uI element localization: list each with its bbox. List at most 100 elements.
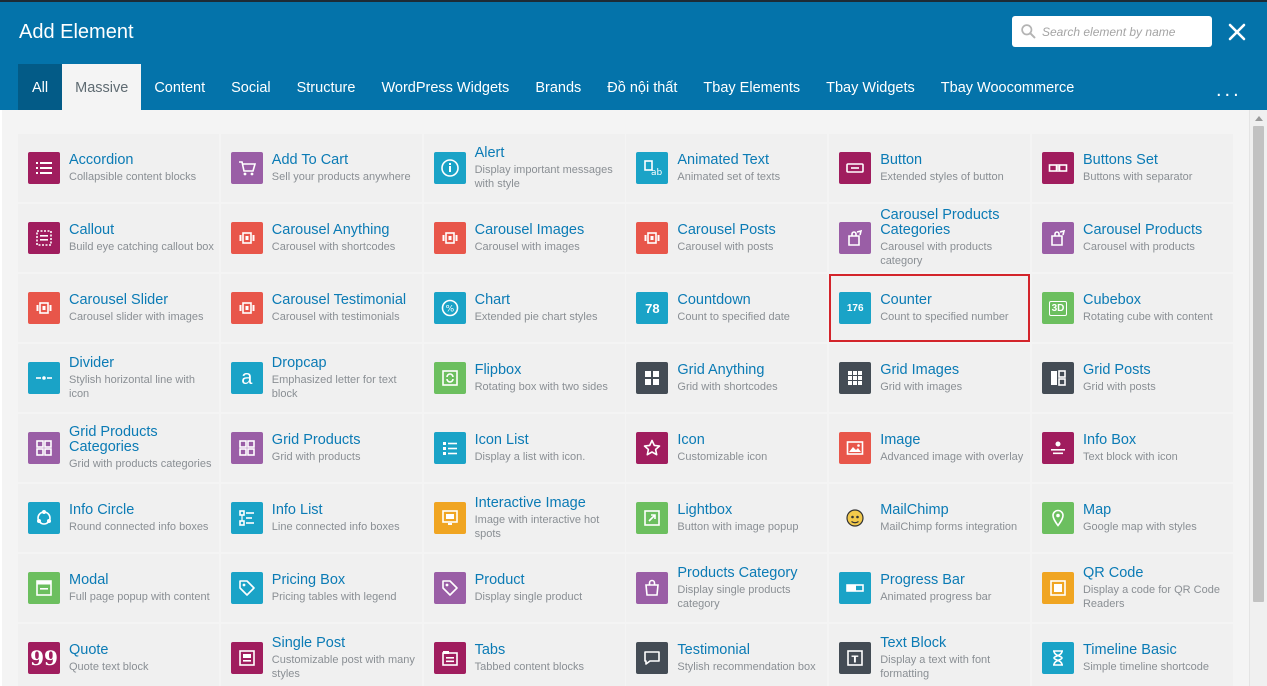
- element-name: Dropcap: [271, 354, 327, 371]
- element-description: Count to specified date: [677, 310, 790, 323]
- element-name: Single Post: [271, 634, 346, 651]
- counter-icon: 176: [839, 292, 872, 324]
- element-modal[interactable]: Modal Full page popup with content: [18, 554, 219, 622]
- element-description: Grid with images: [880, 380, 963, 393]
- element-text: Text Block Display a text with font forma…: [880, 624, 1026, 686]
- element-button[interactable]: Button Extended styles of button: [829, 134, 1031, 202]
- carousel-icon: [230, 222, 263, 254]
- tab-brands[interactable]: Brands: [522, 64, 594, 112]
- element-testimonial[interactable]: Testimonial Stylish recommendation box: [626, 624, 828, 686]
- quote-icon: 99: [28, 642, 60, 674]
- element-progress-bar[interactable]: Progress Bar Animated progress bar: [829, 554, 1031, 622]
- search-input[interactable]: [1042, 16, 1207, 47]
- element-name: Grid Products: [271, 431, 361, 448]
- element-image[interactable]: Image Advanced image with overlay: [829, 414, 1031, 482]
- more-tabs-button[interactable]: ...: [1216, 80, 1242, 100]
- element-text: MailChimp MailChimp forms integration: [880, 484, 1026, 552]
- search-box[interactable]: [1012, 16, 1212, 47]
- element-name: Info List: [271, 501, 323, 518]
- element-description: Carousel with products category: [880, 241, 993, 267]
- element-timeline-basic[interactable]: Timeline Basic Simple timeline shortcode: [1031, 624, 1233, 686]
- tab-massive[interactable]: Massive: [62, 64, 142, 112]
- element-pricing-box[interactable]: Pricing Box Pricing tables with legend: [220, 554, 422, 622]
- element-grid-posts[interactable]: Grid Posts Grid with posts: [1031, 344, 1233, 412]
- element-carousel-anything[interactable]: Carousel Anything Carousel with shortcode…: [220, 204, 422, 272]
- element-alert[interactable]: Alert Display important messages with sty…: [423, 134, 625, 202]
- element-chart[interactable]: % Chart Extended pie chart styles: [423, 274, 625, 342]
- tab-tbay-elements[interactable]: Tbay Elements: [690, 64, 813, 112]
- element-text-block[interactable]: T Text Block Display a text with font form…: [829, 624, 1031, 686]
- element-carousel-products[interactable]: Carousel Products Carousel with products: [1031, 204, 1233, 272]
- element-cubebox[interactable]: 3D Cubebox Rotating cube with content: [1031, 274, 1233, 342]
- element-text: Timeline Basic Simple timeline shortcode: [1083, 624, 1229, 686]
- tab-tbay-woocommerce[interactable]: Tbay Woocommerce: [928, 64, 1088, 112]
- element-countdown[interactable]: 78 Countdown Count to specified date: [626, 274, 828, 342]
- list-icon: [28, 152, 60, 184]
- element-info-list[interactable]: Info List Line connected info boxes: [220, 484, 422, 552]
- element-text: Buttons Set Buttons with separator: [1083, 134, 1229, 202]
- close-icon[interactable]: [1226, 21, 1248, 43]
- tab-wordpress-widgets[interactable]: WordPress Widgets: [368, 64, 522, 112]
- element-carousel-images[interactable]: Carousel Images Carousel with images: [423, 204, 625, 272]
- tab-structure[interactable]: Structure: [284, 64, 369, 112]
- element-name: Interactive Image: [474, 494, 586, 511]
- element-buttons-set[interactable]: Buttons Set Buttons with separator: [1031, 134, 1233, 202]
- element-map[interactable]: Map Google map with styles: [1031, 484, 1233, 552]
- tab-social[interactable]: Social: [218, 64, 284, 112]
- element-add-to-cart[interactable]: Add To Cart Sell your products anywhere: [220, 134, 422, 202]
- scrollbar[interactable]: [1249, 110, 1267, 686]
- element-counter[interactable]: 176 Counter Count to specified number: [829, 274, 1031, 342]
- element-name: Callout: [69, 221, 115, 238]
- tab-all[interactable]: All: [18, 64, 63, 112]
- element-products-category[interactable]: Products Category Display single products…: [626, 554, 828, 622]
- element-info-box[interactable]: Info Box Text block with icon: [1031, 414, 1233, 482]
- element-callout[interactable]: Callout Build eye catching callout box: [18, 204, 219, 272]
- element-product[interactable]: Product Display single product: [423, 554, 625, 622]
- element-name: Grid Images: [880, 361, 960, 378]
- element-description: Full page popup with content: [69, 590, 210, 603]
- element-carousel-slider[interactable]: Carousel Slider Carousel slider with imag…: [18, 274, 219, 342]
- element-list-panel: Accordion Collapsible content blocks Add T…: [2, 110, 1249, 686]
- element-tabs[interactable]: Tabs Tabbed content blocks: [423, 624, 625, 686]
- element-info-circle[interactable]: Info Circle Round connected info boxes: [18, 484, 219, 552]
- button-icon: [839, 152, 872, 184]
- element-animated-text[interactable]: ab Animated Text Animated set of texts: [626, 134, 828, 202]
- element-text: Pricing Box Pricing tables with legend: [272, 554, 418, 622]
- tab-do-noi-that[interactable]: Đồ nội thất: [594, 64, 690, 112]
- element-name: MailChimp: [880, 501, 949, 518]
- search-icon: [1021, 24, 1036, 39]
- element-text: Grid Images Grid with images: [880, 344, 1026, 412]
- text-block-icon: T: [839, 642, 872, 674]
- tab-content[interactable]: Content: [141, 64, 218, 112]
- scrollbar-thumb[interactable]: [1253, 126, 1264, 602]
- progress-bar-icon: [839, 572, 872, 604]
- modal-icon: [28, 572, 60, 604]
- element-single-post[interactable]: Single Post Customizable post with many s…: [220, 624, 422, 686]
- element-mailchimp[interactable]: MailChimp MailChimp forms integration: [829, 484, 1031, 552]
- element-accordion[interactable]: Accordion Collapsible content blocks: [18, 134, 219, 202]
- star-icon: [636, 432, 669, 464]
- element-carousel-testimonial[interactable]: Carousel Testimonial Carousel with testim…: [220, 274, 422, 342]
- element-qr-code[interactable]: QR Code Display a code for QR Code Reader…: [1031, 554, 1233, 622]
- element-lightbox[interactable]: Lightbox Button with image popup: [626, 484, 828, 552]
- element-divider[interactable]: Divider Stylish horizontal line with icon: [18, 344, 219, 412]
- element-flipbox[interactable]: Flipbox Rotating box with two sides: [423, 344, 625, 412]
- element-dropcap[interactable]: a Dropcap Emphasized letter for text block: [220, 344, 422, 412]
- scroll-up-arrow-icon[interactable]: [1255, 116, 1263, 121]
- tab-tbay-widgets[interactable]: Tbay Widgets: [813, 64, 928, 112]
- element-grid-images[interactable]: Grid Images Grid with images: [829, 344, 1031, 412]
- element-carousel-posts[interactable]: Carousel Posts Carousel with posts: [626, 204, 828, 272]
- element-text: Quote Quote text block: [69, 624, 215, 686]
- element-quote[interactable]: 99 Quote Quote text block: [18, 624, 219, 686]
- element-grid-anything[interactable]: Grid Anything Grid with shortcodes: [626, 344, 828, 412]
- element-carousel-products-categories[interactable]: Carousel Products Categories Carousel wit…: [829, 204, 1031, 272]
- element-description: Round connected info boxes: [69, 520, 209, 533]
- image-icon: [839, 432, 872, 464]
- element-interactive-image[interactable]: Interactive Image Image with interactive …: [423, 484, 625, 552]
- element-grid-products[interactable]: Grid Products Grid with products: [220, 414, 422, 482]
- map-pin-icon: [1041, 502, 1074, 534]
- element-icon[interactable]: Icon Customizable icon: [626, 414, 828, 482]
- element-icon-list[interactable]: Icon List Display a list with icon.: [423, 414, 625, 482]
- element-description: Image with interactive hot spots: [474, 513, 600, 540]
- element-grid-products-categories[interactable]: Grid Products Categories Grid with produc…: [18, 414, 219, 482]
